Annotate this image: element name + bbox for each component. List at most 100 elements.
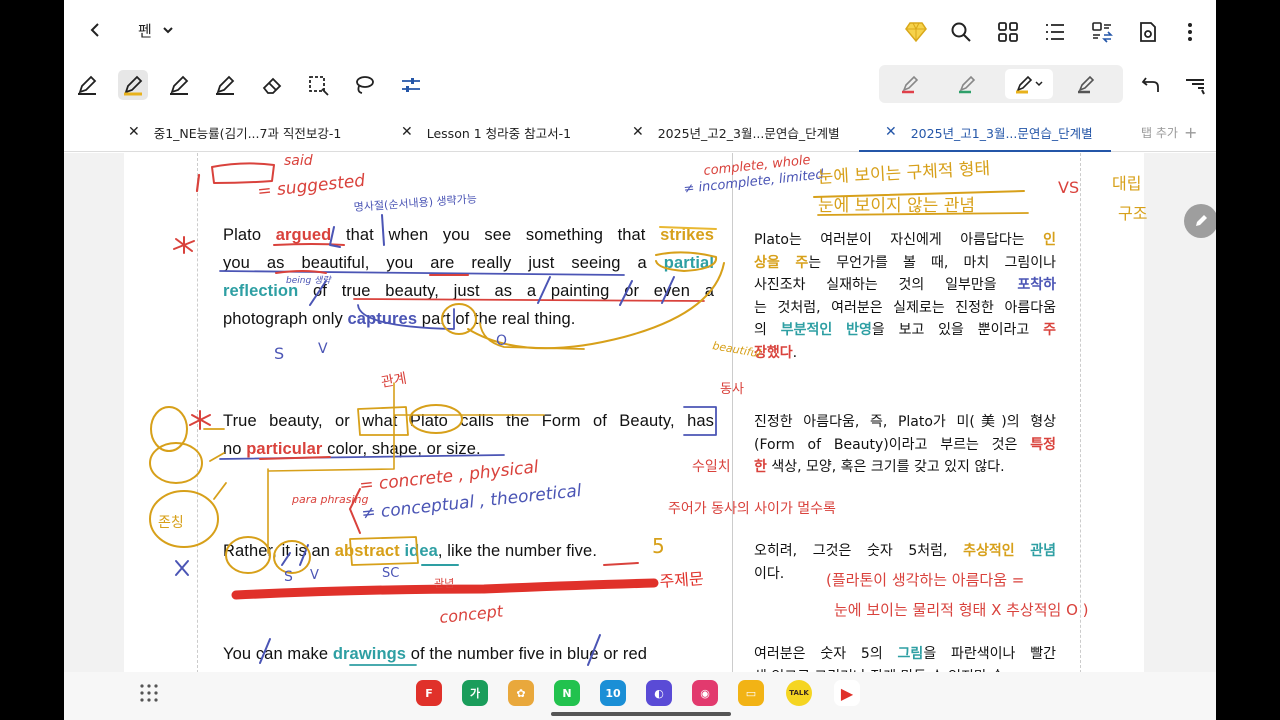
undo-button[interactable]: [1136, 70, 1166, 100]
more-options-button[interactable]: [1176, 18, 1204, 46]
english-paragraph-4: You can make drawings of the number five…: [223, 640, 714, 668]
convert-button[interactable]: [1088, 18, 1116, 46]
text-line: no particular color, shape, or size.: [223, 435, 714, 463]
tool-settings-button[interactable]: [396, 70, 426, 100]
pen-icon: [1078, 75, 1095, 94]
close-icon[interactable]: ✕: [401, 124, 413, 140]
text-run: 는 것처럼, 여러분은 실제로는 진정한 아름다움: [754, 299, 1056, 316]
mode-label: 펜: [138, 21, 152, 40]
flipboard-app[interactable]: F: [416, 680, 442, 706]
tab-label: 2025년_고2_3월...문연습_단계별: [657, 125, 840, 141]
text-line: 사진조차 실재하는 것의 일부만을 포착하: [754, 274, 1056, 297]
youtube-app[interactable]: ▶: [834, 680, 860, 706]
outline-button[interactable]: [1041, 18, 1069, 46]
search-icon: [951, 22, 971, 42]
lasso-select-icon: [309, 76, 329, 96]
text-run: (Form of Beauty)이라고 부르는 것은: [754, 436, 1031, 453]
highlighted-keyword: partial: [663, 254, 714, 272]
highlighter-tool[interactable]: [118, 70, 148, 100]
document-tab-bar: ✕ 중1_NE능률(김기...7과 직전보강-1 ✕ Lesson 1 청라중 …: [64, 112, 1216, 152]
pen-tool[interactable]: [72, 70, 102, 100]
highlighted-keyword: 인: [1043, 232, 1056, 248]
files-app[interactable]: ▭: [738, 680, 764, 706]
browser-app[interactable]: ◐: [646, 680, 672, 706]
tab-3-active[interactable]: ✕ 2025년_고1_3월...문연습_단계별: [885, 112, 1093, 152]
text-line: reflection of true beauty, just as a pai…: [223, 277, 714, 305]
tab-1[interactable]: ✕ Lesson 1 청라중 참고서-1: [401, 112, 571, 152]
text-run: [1015, 543, 1031, 559]
tab-2[interactable]: ✕ 2025년_고2_3월...문연습_단계별: [632, 112, 840, 152]
selection-tool[interactable]: [303, 70, 333, 100]
add-tab-button[interactable]: 탭 추가 +: [1141, 112, 1197, 152]
tab-label: 중1_NE능률(김기...7과 직전보강-1: [153, 125, 342, 141]
flipboard-app-icon: F: [425, 686, 433, 700]
tab-0[interactable]: ✕ 중1_NE능률(김기...7과 직전보강-1: [128, 112, 341, 152]
back-button[interactable]: [82, 16, 110, 44]
highlighted-keyword: 추상적인: [963, 543, 1015, 559]
text-run: 을 파란색이나 빨간: [923, 646, 1056, 662]
kakaotalk-app[interactable]: TALK: [786, 680, 812, 706]
gray-pen-preset[interactable]: [1065, 69, 1107, 99]
camera-app[interactable]: ◉: [692, 680, 718, 706]
text-line: 오히려, 그것은 숫자 5처럼, 추상적인 관념: [754, 540, 1056, 563]
hide-toolbar-button[interactable]: [1180, 70, 1210, 100]
text-line: 진정한 아름다움, 즉, Plato가 미(美)의 형상: [754, 411, 1056, 434]
chevron-down-icon: [163, 27, 173, 34]
text-run: 을 보고 있을 뿐이라고: [871, 322, 1044, 338]
home-indicator[interactable]: [551, 712, 731, 716]
pen-icon: [902, 75, 919, 94]
diamond-icon: [905, 22, 927, 43]
dictionary-app[interactable]: 가: [462, 680, 488, 706]
grid-dots-icon: [140, 684, 158, 702]
text-run: , like the number five.: [437, 542, 597, 560]
gallery-app-icon: ✿: [516, 686, 526, 700]
close-icon[interactable]: ✕: [885, 124, 897, 140]
files-app-icon: ▭: [745, 686, 757, 700]
close-icon[interactable]: ✕: [128, 124, 140, 140]
pen-icon: [216, 75, 235, 95]
floating-edit-button[interactable]: [1184, 204, 1216, 238]
text-line: Rather, it is an abstract idea, like the…: [223, 537, 714, 565]
document-canvas[interactable]: Plato argued that when you see something…: [64, 153, 1216, 673]
pen-tool-2[interactable]: [164, 70, 194, 100]
more-vertical-icon: [1188, 23, 1192, 41]
app-drawer-button[interactable]: [138, 682, 160, 704]
text-line: 여러분은 숫자 5의 그림을 파란색이나 빨간: [754, 643, 1056, 666]
calendar-app-icon: 10: [605, 686, 621, 700]
calendar-app[interactable]: 10: [600, 680, 626, 706]
green-pen-preset[interactable]: [946, 69, 988, 99]
save-button[interactable]: [1134, 18, 1162, 46]
top-app-bar: 펜: [64, 0, 1216, 62]
back-chevron-icon: [90, 23, 99, 37]
pen-tool-3[interactable]: [210, 70, 240, 100]
eraser-tool[interactable]: [257, 70, 287, 100]
note-app-window: 펜 ✕ 중1_NE능률(김기...7과 직전보강-1 ✕ Lesson 1 청라…: [64, 0, 1216, 720]
camera-app-icon: ◉: [700, 686, 710, 700]
yellow-pen-preset[interactable]: [1005, 69, 1053, 99]
gallery-app[interactable]: ✿: [508, 680, 534, 706]
lasso-tool[interactable]: [349, 70, 379, 100]
mode-dropdown[interactable]: 펜: [138, 16, 174, 44]
english-paragraph-2: True beauty, or what Plato calls the For…: [223, 407, 714, 463]
highlighted-keyword: 한: [754, 459, 767, 475]
text-run: that when you see something that: [331, 226, 661, 244]
red-pen-preset[interactable]: [889, 69, 931, 99]
text-run: 이다.: [754, 565, 785, 582]
english-paragraph-1: Plato argued that when you see something…: [223, 221, 714, 333]
highlighted-keyword: 포착하: [1017, 277, 1056, 293]
highlighter-icon: [1016, 75, 1033, 94]
text-line: 장했다.: [754, 342, 1056, 365]
close-icon[interactable]: ✕: [632, 124, 644, 140]
page-grid-button[interactable]: [994, 18, 1022, 46]
highlighted-keyword: 주: [1043, 322, 1056, 338]
search-button[interactable]: [947, 18, 975, 46]
text-run: .: [792, 344, 798, 361]
column-divider: [1080, 153, 1081, 673]
highlighted-keyword: 장했다: [754, 344, 793, 361]
naver-app[interactable]: N: [554, 680, 580, 706]
premium-button[interactable]: [902, 18, 930, 46]
dictionary-app-icon: 가: [469, 687, 481, 700]
taskbar-dock: F 가 ✿ N 10 ◐ ◉ ▭ TALK ▶: [64, 672, 1216, 720]
text-line: You can make drawings of the number five…: [223, 640, 714, 668]
text-run: Plato는 여러분이 자신에게 아름답다는: [754, 232, 1044, 248]
